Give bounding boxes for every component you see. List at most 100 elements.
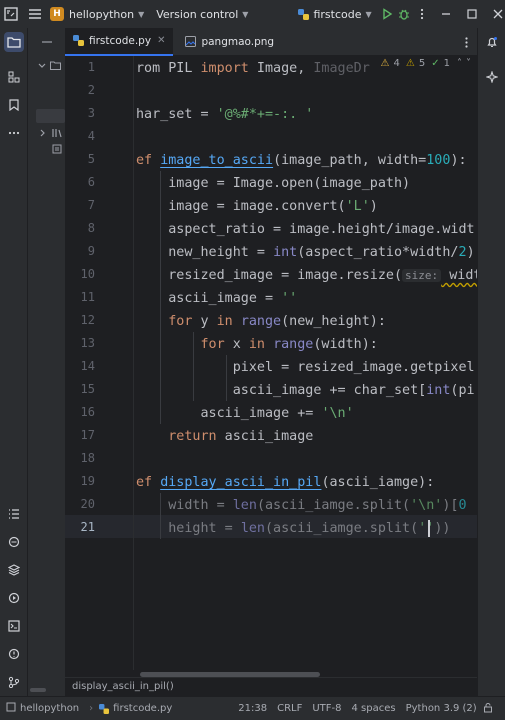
- structure-icon[interactable]: [4, 67, 24, 87]
- code-line[interactable]: return ascii_image: [136, 425, 313, 448]
- breadcrumb[interactable]: display_ascii_in_pil(): [65, 677, 477, 696]
- line-number[interactable]: 4: [65, 129, 95, 143]
- python-file-icon: [99, 703, 110, 714]
- panel-scrollbar[interactable]: [30, 688, 46, 692]
- line-number[interactable]: 18: [65, 451, 95, 465]
- chevron-right-icon[interactable]: [40, 129, 46, 140]
- line-number[interactable]: 20: [65, 497, 95, 511]
- weak-warning-icon: ⚠: [405, 58, 415, 69]
- line-number[interactable]: 15: [65, 382, 95, 396]
- line-number[interactable]: 9: [65, 244, 95, 258]
- code-line[interactable]: har_set = '@%#*+=-:. ': [136, 103, 313, 126]
- project-name: hellopython: [69, 7, 135, 21]
- bookmarks-icon[interactable]: [4, 95, 24, 115]
- chevron-up-icon[interactable]: ˄: [457, 58, 462, 69]
- status-indent[interactable]: 4 spaces: [352, 703, 396, 714]
- main-menu-icon[interactable]: [28, 4, 42, 24]
- line-number[interactable]: 8: [65, 221, 95, 235]
- code-line[interactable]: width = len(ascii_iamge.split('\n')[0: [136, 494, 466, 517]
- services-icon[interactable]: [4, 588, 24, 608]
- line-number[interactable]: 21: [65, 520, 95, 534]
- ai-assistant-icon[interactable]: [482, 67, 502, 87]
- line-number[interactable]: 16: [65, 405, 95, 419]
- collapse-panel-icon[interactable]: [42, 36, 52, 46]
- code-line[interactable]: for x in range(width):: [136, 333, 378, 356]
- python-packages-icon[interactable]: [4, 532, 24, 552]
- parameter-hint: size:: [402, 269, 442, 282]
- line-number[interactable]: 1: [65, 60, 95, 74]
- tab-pangmao[interactable]: pangmao.png: [177, 28, 282, 56]
- tab-label: firstcode.py: [89, 34, 152, 47]
- line-number-gutter[interactable]: 1 2 3 4 5 6 7 8 9 10 11 12 13 14 15 16 17 18 19 20 21: [65, 56, 133, 670]
- code-line[interactable]: ef display_ascii_in_pil(ascii_iamge):: [136, 471, 434, 494]
- more-tools-icon[interactable]: [4, 123, 24, 143]
- status-interpreter[interactable]: Python 3.9 (2): [406, 703, 477, 714]
- line-number[interactable]: 5: [65, 152, 95, 166]
- status-position[interactable]: 21:38: [238, 703, 267, 714]
- line-number[interactable]: 7: [65, 198, 95, 212]
- close-tab-icon[interactable]: ✕: [157, 35, 165, 46]
- chevron-down-icon[interactable]: [38, 62, 46, 72]
- code-line[interactable]: ascii_image += '\n': [136, 402, 353, 425]
- library-icon[interactable]: [52, 128, 63, 141]
- version-control-icon[interactable]: [4, 672, 24, 692]
- line-number[interactable]: 10: [65, 267, 95, 281]
- code-line[interactable]: rom PIL import Image, ImageDr: [136, 57, 370, 80]
- right-tool-bar: [477, 28, 505, 696]
- lock-icon[interactable]: [483, 702, 493, 716]
- tab-options-icon[interactable]: [465, 37, 468, 51]
- chevron-right-icon: ›: [89, 703, 94, 714]
- project-selector[interactable]: H hellopython ▼: [50, 7, 144, 21]
- line-number[interactable]: 3: [65, 106, 95, 120]
- line-number[interactable]: 19: [65, 474, 95, 488]
- folder-icon[interactable]: [50, 61, 61, 73]
- warning-icon: ⚠: [380, 58, 390, 69]
- code-line[interactable]: pixel = resized_image.getpixel: [136, 356, 475, 379]
- run-icon[interactable]: [380, 4, 394, 24]
- code-line[interactable]: new_height = int(aspect_ratio*width/2): [136, 241, 474, 264]
- status-project[interactable]: hellopython: [20, 703, 79, 714]
- layers-icon[interactable]: [4, 560, 24, 580]
- code-line[interactable]: image = image.convert('L'): [136, 195, 378, 218]
- minimize-icon[interactable]: [439, 4, 453, 24]
- line-number[interactable]: 12: [65, 313, 95, 327]
- vcs-label: Version control: [156, 7, 239, 21]
- problems-icon[interactable]: [4, 644, 24, 664]
- code-line[interactable]: for y in range(new_height):: [136, 310, 386, 333]
- chevron-down-icon[interactable]: ˅: [466, 58, 471, 69]
- code-line[interactable]: aspect_ratio = image.height/image.widt: [136, 218, 474, 241]
- tab-label: pangmao.png: [201, 35, 275, 48]
- scratches-icon[interactable]: [52, 144, 62, 157]
- code-line[interactable]: height = len(ascii_iamge.split('')): [136, 517, 450, 540]
- line-number[interactable]: 17: [65, 428, 95, 442]
- code-line[interactable]: image = Image.open(image_path): [136, 172, 410, 195]
- selected-tree-row[interactable]: [36, 109, 65, 123]
- code-editor[interactable]: 1 2 3 4 5 6 7 8 9 10 11 12 13 14 15 16 17 18 19 20 21 ⚠ 4 ⚠ …: [65, 56, 477, 670]
- project-folder-icon[interactable]: [4, 32, 24, 52]
- todo-list-icon[interactable]: [4, 504, 24, 524]
- run-config-selector[interactable]: firstcode ▼: [298, 8, 372, 21]
- status-file[interactable]: firstcode.py: [113, 703, 172, 714]
- status-encoding[interactable]: UTF-8: [312, 703, 341, 714]
- vcs-selector[interactable]: Version control ▼: [156, 8, 248, 21]
- code-line[interactable]: ef image_to_ascii(image_path, width=100)…: [136, 149, 467, 172]
- code-line[interactable]: resized_image = image.resize(size: widt: [136, 264, 477, 287]
- terminal-icon[interactable]: [4, 616, 24, 636]
- inspection-widget[interactable]: ⚠ 4 ⚠ 5 ✓ 1 ˄ ˅: [381, 58, 471, 69]
- maximize-icon[interactable]: [465, 4, 479, 24]
- line-number[interactable]: 6: [65, 175, 95, 189]
- line-number[interactable]: 13: [65, 336, 95, 350]
- line-number[interactable]: 2: [65, 83, 95, 97]
- code-line[interactable]: ascii_image += char_set[int(pi: [136, 379, 475, 402]
- status-line-separator[interactable]: CRLF: [277, 703, 302, 714]
- app-logo-icon[interactable]: [4, 4, 18, 24]
- notifications-icon[interactable]: [482, 32, 502, 52]
- code-line[interactable]: ascii_image = '': [136, 287, 297, 310]
- chevron-down-icon: ▼: [242, 9, 249, 19]
- debug-icon[interactable]: [398, 4, 412, 24]
- line-number[interactable]: 11: [65, 290, 95, 304]
- more-actions-icon[interactable]: [415, 4, 429, 24]
- tab-firstcode[interactable]: firstcode.py ✕: [65, 27, 174, 56]
- close-icon[interactable]: [491, 4, 505, 24]
- line-number[interactable]: 14: [65, 359, 95, 373]
